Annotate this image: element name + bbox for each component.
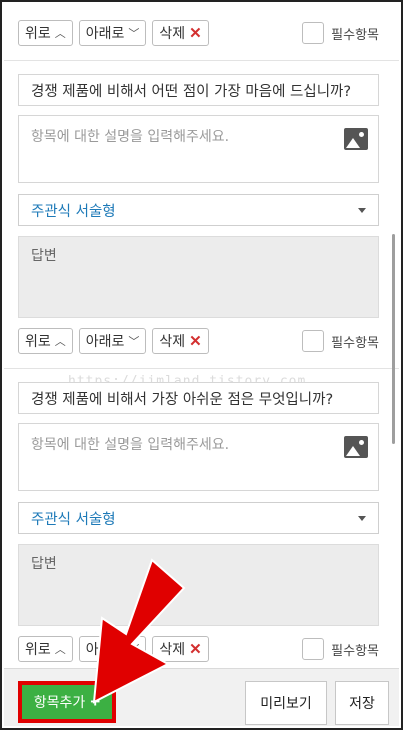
move-down-button[interactable]: 아래로 ﹀ [78,328,147,354]
question-controls: 위로 ︿ 아래로 ﹀ 삭제 ✕ 필수항목 [18,634,379,664]
close-icon: ✕ [189,333,202,350]
delete-label: 삭제 [159,333,186,349]
move-up-label: 위로 [25,641,51,657]
required-checkbox[interactable] [302,22,325,44]
image-icon[interactable] [344,436,368,458]
delete-label: 삭제 [159,641,186,657]
question-type-select[interactable]: 주관식 서술형 [18,194,379,226]
bottom-action-bar: 항목추가 + 미리보기 저장 [4,668,399,726]
chevron-up-icon: ︿ [54,336,66,348]
question-title-text: 경쟁 제품에 비해서 어떤 점이 가장 마음에 드십니까? [31,83,352,100]
required-toggle[interactable]: 필수항목 [302,638,379,660]
answer-preview: 답변 [18,236,379,318]
question-type-value: 주관식 서술형 [31,203,116,220]
required-toggle[interactable]: 필수항목 [302,22,379,44]
question-title-input[interactable]: 경쟁 제품에 비해서 가장 아쉬운 점은 무엇입니까? [18,382,379,414]
caret-down-icon [358,207,366,213]
move-up-button[interactable]: 위로 ︿ [18,636,73,662]
question-controls: 위로 ︿ 아래로 ﹀ 삭제 ✕ 필수항목 [18,18,379,48]
image-icon[interactable] [344,128,368,150]
question-type-value: 주관식 서술형 [31,511,116,528]
chevron-down-icon: ﹀ [128,336,140,348]
delete-button[interactable]: 삭제 ✕ [152,20,209,46]
question-controls: 위로 ︿ 아래로 ﹀ 삭제 ✕ 필수항목 [18,326,379,356]
chevron-down-icon: ﹀ [128,28,140,40]
section-divider [4,60,399,61]
required-label: 필수항목 [331,335,379,351]
move-up-label: 위로 [25,333,51,349]
caret-down-icon [358,515,366,521]
required-label: 필수항목 [331,27,379,43]
question-title-text: 경쟁 제품에 비해서 가장 아쉬운 점은 무엇입니까? [31,391,334,408]
plus-icon: + [90,692,101,711]
answer-label: 답변 [31,556,57,572]
preview-label: 미리보기 [260,695,312,711]
chevron-down-icon: ﹀ [128,644,140,656]
required-toggle[interactable]: 필수항목 [302,330,379,352]
preview-button[interactable]: 미리보기 [245,681,327,725]
required-label: 필수항목 [331,643,379,659]
delete-button[interactable]: 삭제 ✕ [152,328,209,354]
question-title-input[interactable]: 경쟁 제품에 비해서 어떤 점이 가장 마음에 드십니까? [18,74,379,106]
answer-label: 답변 [31,248,57,264]
chevron-up-icon: ︿ [54,28,66,40]
move-up-button[interactable]: 위로 ︿ [18,328,73,354]
close-icon: ✕ [189,25,202,42]
delete-button[interactable]: 삭제 ✕ [152,636,209,662]
move-down-button[interactable]: 아래로 ﹀ [78,636,147,662]
required-checkbox[interactable] [302,330,325,352]
save-button[interactable]: 저장 [335,681,389,725]
close-icon: ✕ [189,641,202,658]
move-up-label: 위로 [25,25,51,41]
question-description-input[interactable]: 항목에 대한 설명을 입력해주세요. [18,115,379,183]
move-down-label: 아래로 [85,333,125,349]
delete-label: 삭제 [159,25,186,41]
move-down-label: 아래로 [85,25,125,41]
move-down-button[interactable]: 아래로 ﹀ [78,20,147,46]
save-label: 저장 [349,695,375,711]
chevron-up-icon: ︿ [54,644,66,656]
section-divider [4,368,399,369]
question-description-input[interactable]: 항목에 대한 설명을 입력해주세요. [18,423,379,491]
move-down-label: 아래로 [85,641,125,657]
answer-preview: 답변 [18,544,379,626]
required-checkbox[interactable] [302,638,325,660]
survey-editor: 위로 ︿ 아래로 ﹀ 삭제 ✕ 필수항목 경쟁 제품에 비해서 어떤 점이 가장… [2,2,401,728]
add-item-label: 항목추가 [33,694,86,710]
description-placeholder: 항목에 대한 설명을 입력해주세요. [31,437,230,453]
question-type-select[interactable]: 주관식 서술형 [18,502,379,534]
description-placeholder: 항목에 대한 설명을 입력해주세요. [31,129,230,145]
add-item-button[interactable]: 항목추가 + [18,681,116,723]
scrollbar[interactable] [392,234,395,444]
move-up-button[interactable]: 위로 ︿ [18,20,73,46]
